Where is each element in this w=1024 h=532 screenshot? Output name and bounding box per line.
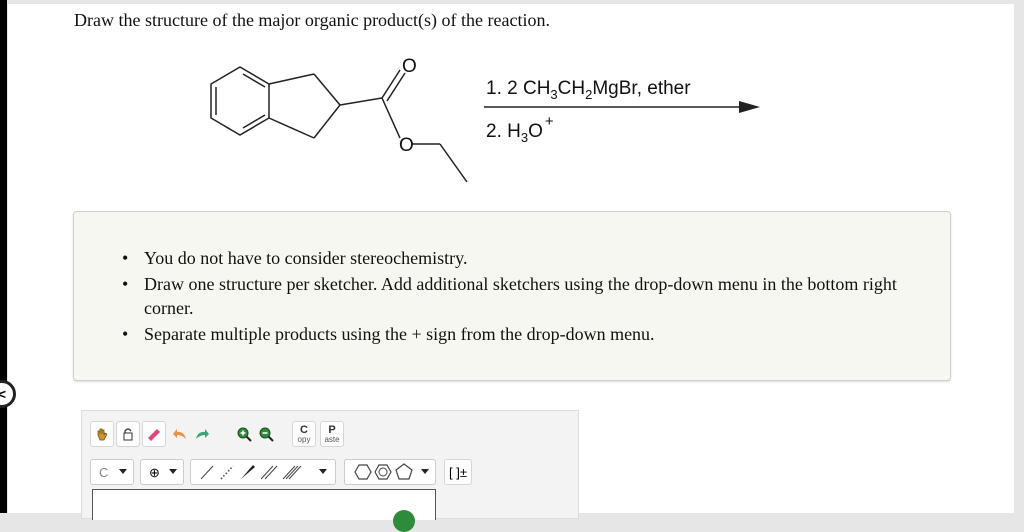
cyclohexane-icon [354,464,372,480]
reaction-scheme: O O 1. 2 CH3CH2MgBr, ether 2. H3O + [210,56,760,183]
lock-icon [123,428,133,441]
copy-label: Copy [297,423,311,444]
ring-tools[interactable] [344,459,436,485]
hand-icon [97,428,108,441]
hand-tool-button[interactable] [90,421,114,447]
instructions-box: You do not have to consider stereochemis… [73,211,951,381]
single-bond-icon [200,465,214,480]
chevron-down-icon [119,469,127,474]
lock-tool-button[interactable] [116,421,140,447]
zoom-in-button[interactable] [232,421,256,447]
atom-select-value: C [99,465,109,480]
window-left-edge [0,0,7,513]
benzene-icon [374,464,392,480]
eraser-tool-button[interactable] [142,421,166,447]
bond-tools-icons [200,465,302,480]
eraser-icon [148,429,160,441]
undo-button[interactable] [168,421,192,447]
cyclopentane-icon [395,463,413,480]
instruction-item: Separate multiple products using the + s… [122,322,920,346]
bracket-tool-button[interactable]: [ ]± [444,459,472,485]
canvas-action-icon[interactable] [393,510,415,532]
charge-select-value: ⊕ [149,465,160,480]
charge-select-dropdown[interactable]: ⊕ [140,459,184,485]
ester-oxygen-label: O [399,135,414,156]
hashed-bond-icon [220,465,234,480]
chevron-down-icon [319,469,327,474]
undo-icon [173,429,186,439]
question-panel: Draw the structure of the major organic … [8,4,1014,532]
reagent-step-2: 2. H3O + [486,113,554,145]
question-text: Draw the structure of the major organic … [74,10,550,30]
triple-bond-icon [282,465,296,480]
chevron-down-icon [169,469,177,474]
paste-label: Paste [324,423,340,444]
bond-tools[interactable] [190,459,336,485]
carbonyl-oxygen-label: O [402,56,417,77]
paste-button[interactable]: Paste [320,421,344,447]
redo-icon [196,429,209,439]
reagent-step-1: 1. 2 CH3CH2MgBr, ether [486,78,691,102]
back-chevron-icon: < [0,386,7,402]
wedge-bond-icon [241,465,255,479]
copy-button[interactable]: Copy [292,421,316,447]
zoom-in-icon [237,427,252,442]
bracket-icon: [ ]± [449,464,467,480]
reaction-arrowhead [739,101,760,113]
structure-sketcher: Copy Paste C ⊕ []± [81,410,579,532]
instruction-item: You do not have to consider stereochemis… [122,246,920,270]
drawing-canvas[interactable] [92,489,436,532]
instruction-item: Draw one structure per sketcher. Add add… [122,272,920,320]
chevron-down-icon [421,469,429,474]
zoom-out-button[interactable] [254,421,278,447]
atom-select-dropdown[interactable]: C [90,459,134,485]
redo-button[interactable] [190,421,214,447]
zoom-out-icon [259,427,274,442]
indane-structure [210,66,468,183]
